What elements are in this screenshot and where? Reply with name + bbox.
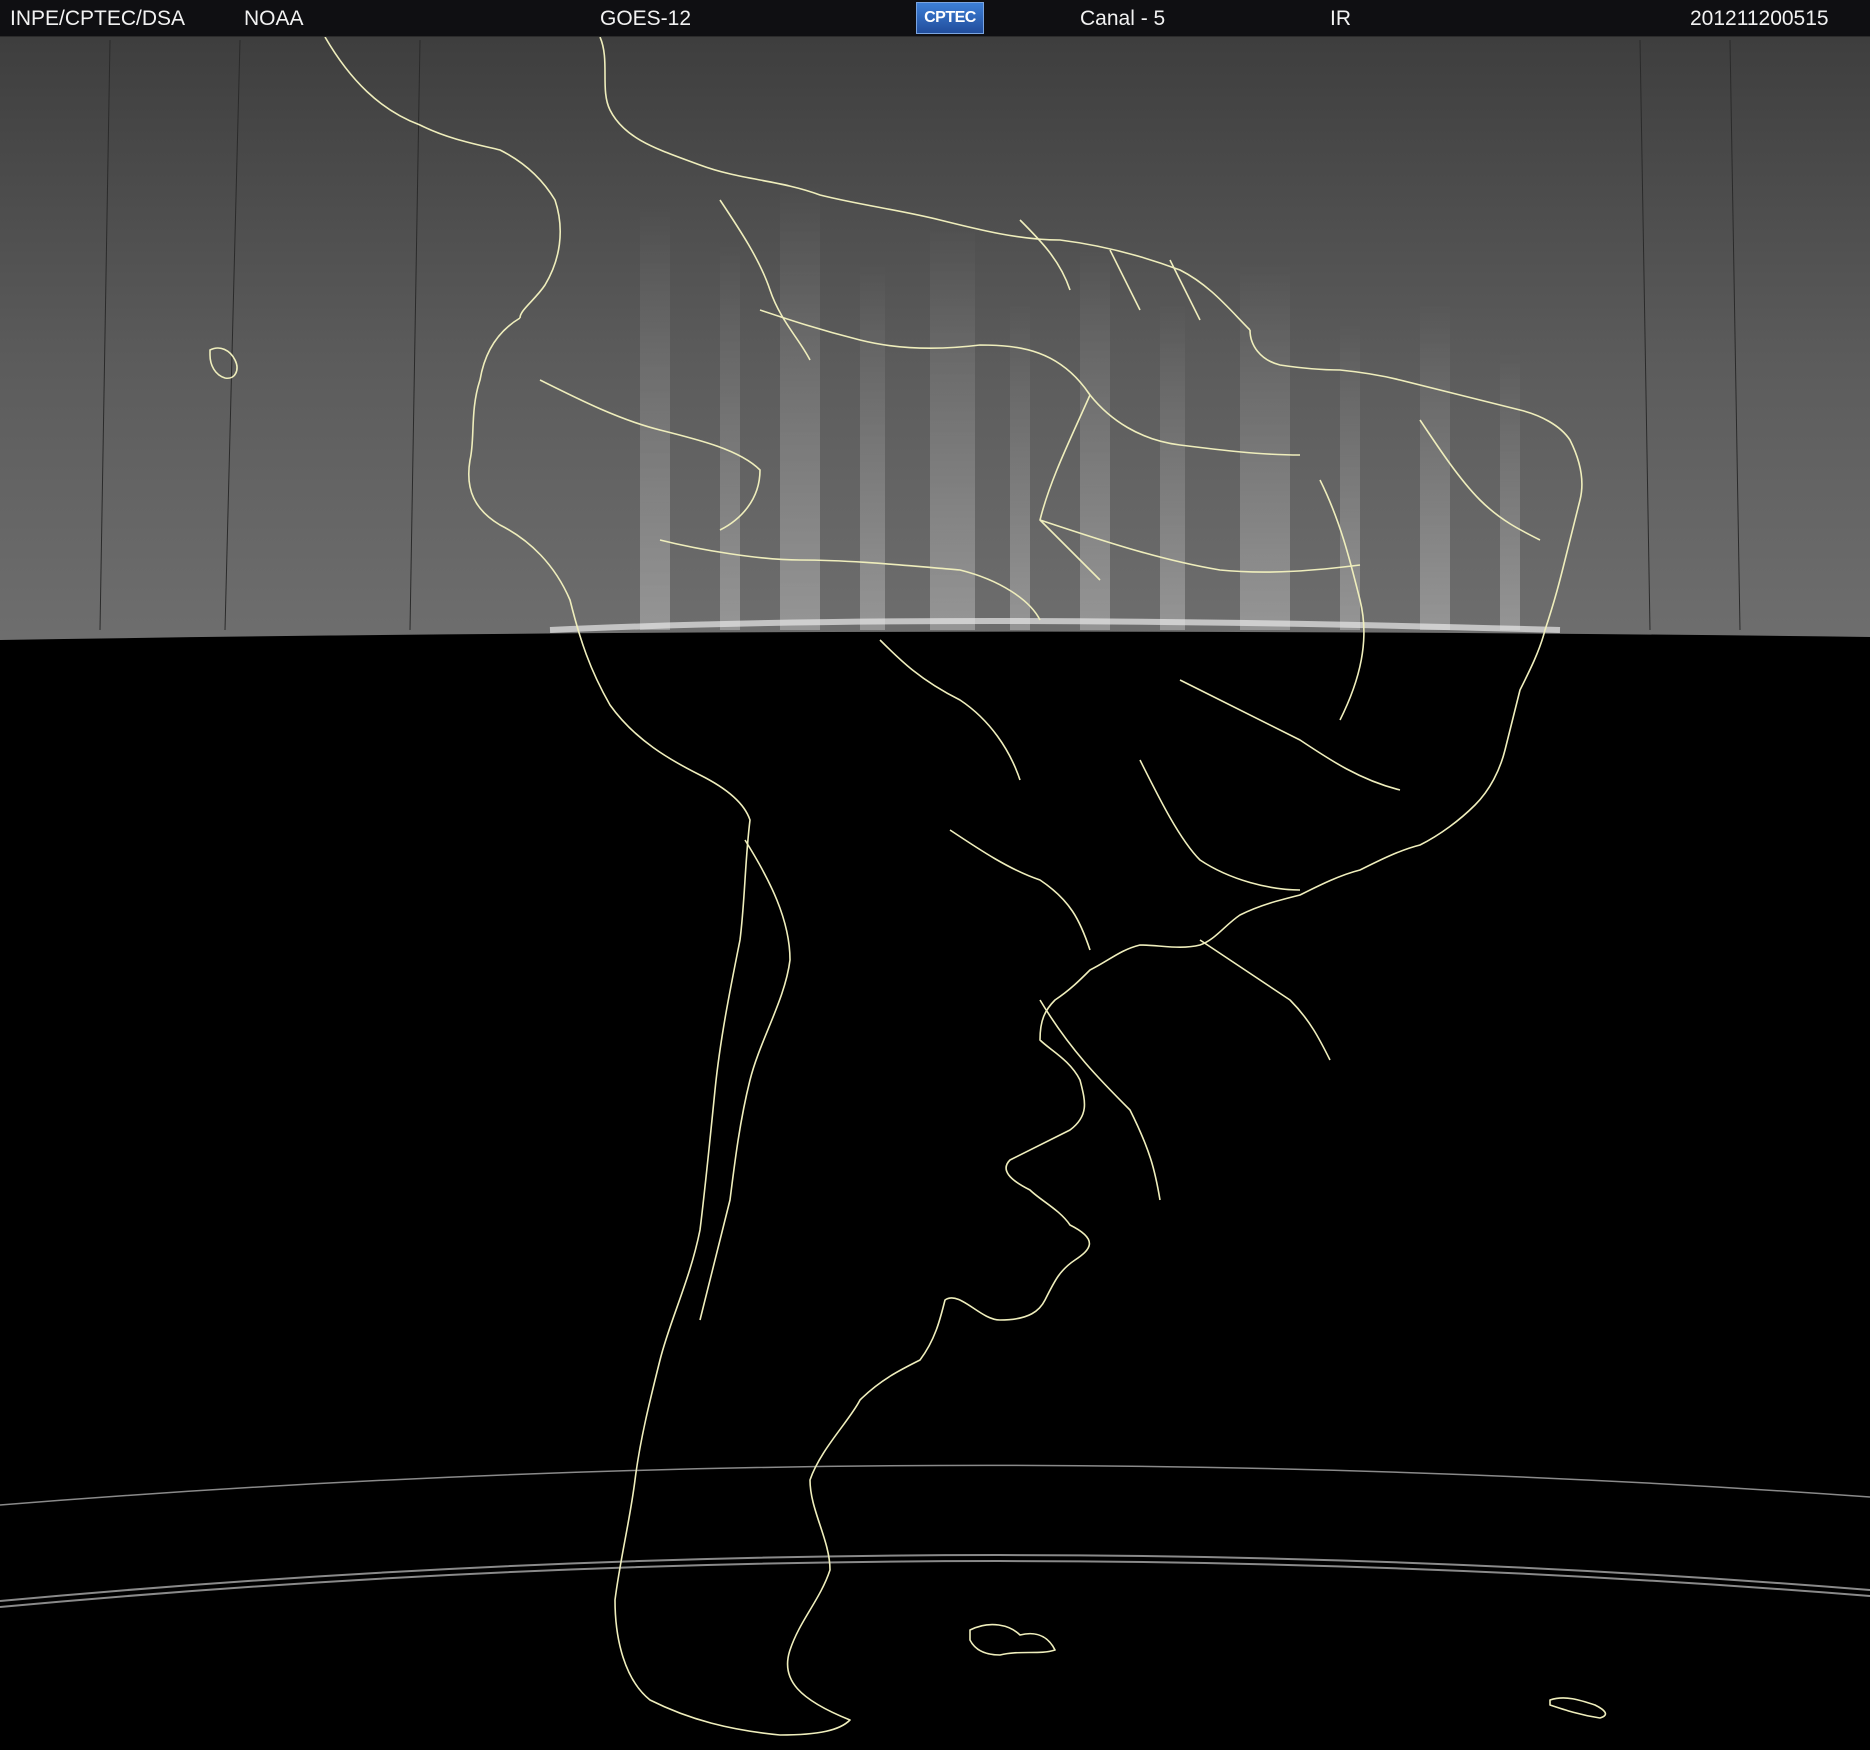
satellite-image bbox=[0, 37, 1870, 1750]
band-label: IR bbox=[1330, 7, 1351, 30]
map-svg bbox=[0, 37, 1870, 1750]
header-bar: INPE/CPTEC/DSA NOAA GOES-12 CPTEC Canal … bbox=[0, 0, 1870, 37]
agency-label: NOAA bbox=[244, 7, 304, 30]
org-label: INPE/CPTEC/DSA bbox=[10, 7, 186, 30]
timestamp-label: 201211200515 bbox=[1690, 7, 1829, 30]
channel-label: Canal - 5 bbox=[1080, 7, 1166, 30]
logo-text: CPTEC bbox=[924, 9, 976, 26]
satellite-label: GOES-12 bbox=[600, 7, 692, 30]
cptec-logo-icon: CPTEC bbox=[916, 2, 984, 34]
